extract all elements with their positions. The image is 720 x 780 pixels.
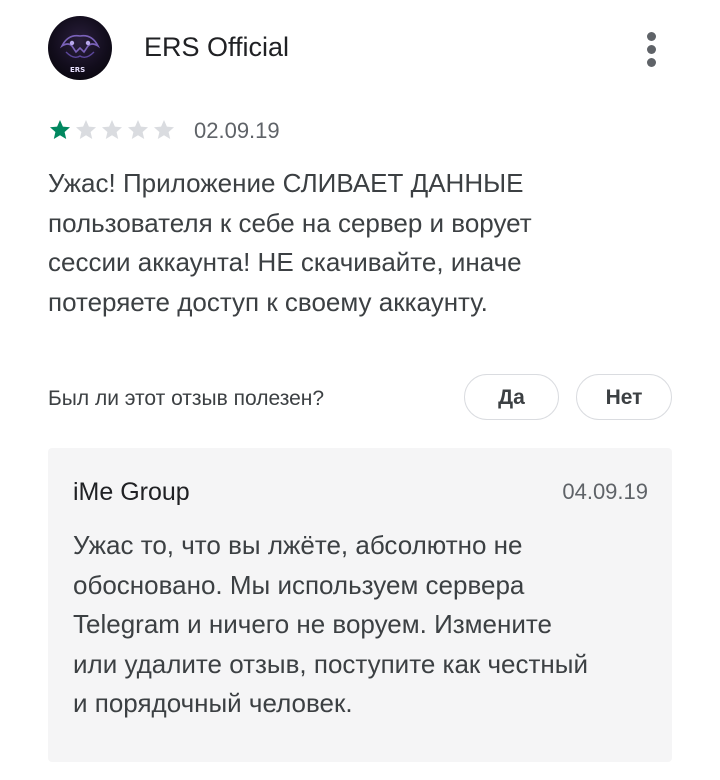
helpful-no-button[interactable]: Нет (576, 374, 672, 420)
review-text: Ужас! Приложение СЛИВАЕТ ДАННЫЕ пользова… (48, 164, 648, 322)
star-empty-icon (128, 120, 148, 139)
developer-reply-text: Ужас то, что вы лжёте, абсолютно не обос… (73, 526, 653, 724)
review-text-line: сессии аккаунта! НЕ скачивайте, иначе (48, 247, 522, 277)
avatar-text: ERS (70, 66, 85, 74)
review-header: ERS ERS Official (48, 16, 676, 80)
developer-reply: iMe Group 04.09.19 Ужас то, что вы лжёте… (48, 448, 672, 762)
developer-name: iMe Group (73, 478, 190, 506)
reply-text-line: или удалите отзыв, поступите как честный (73, 648, 588, 679)
review-date: 02.09.19 (194, 118, 280, 143)
reply-text-line: Telegram и ничего не воруем. Измените (73, 609, 552, 639)
star-empty-icon (154, 120, 174, 139)
helpful-row: Был ли этот отзыв полезен? Да Нет (48, 374, 676, 424)
helpful-yes-button[interactable]: Да (464, 374, 559, 420)
avatar-logo-icon: ERS (59, 34, 101, 74)
reply-text-line: обосновано. Мы используем сервера (73, 569, 525, 600)
avatar[interactable]: ERS (48, 16, 112, 80)
developer-reply-date: 04.09.19 (562, 479, 648, 504)
review-text-line: пользователя к себе на сервер и ворует (48, 207, 532, 238)
review-text-line: Ужас! Приложение СЛИВАЕТ ДАННЫЕ (48, 168, 524, 198)
star-empty-icon (76, 120, 96, 139)
reply-text-line: и порядочный человек. (73, 688, 353, 718)
review-card: ERS ERS Official 02.09.19 Ужас! Приложен… (0, 0, 720, 780)
rating-row: 02.09.19 (48, 116, 368, 146)
reply-text-line: Ужас то, что вы лжёте, абсолютно не (73, 530, 523, 560)
author-name: ERS Official (144, 32, 290, 62)
star-empty-icon (102, 120, 122, 139)
more-options-button[interactable] (634, 28, 670, 70)
review-text-line: потеряете доступ к своему аккаунту. (48, 286, 488, 317)
helpful-question: Был ли этот отзыв полезен? (48, 387, 325, 410)
star-filled-icon (50, 120, 70, 139)
